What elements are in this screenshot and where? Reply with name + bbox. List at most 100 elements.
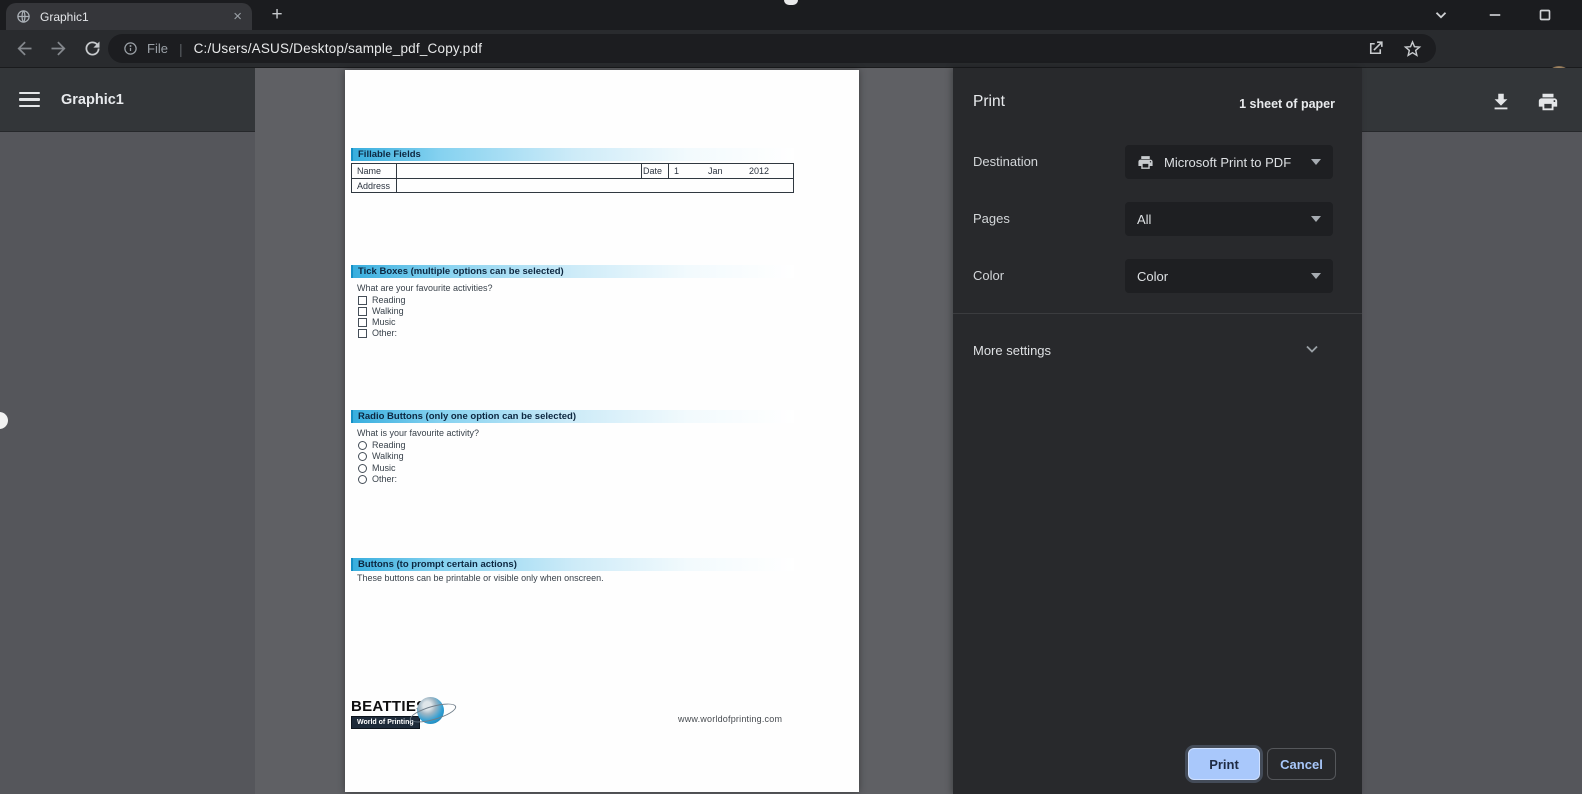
radio-icon[interactable] — [358, 463, 367, 473]
print-settings-panel: Print 1 sheet of paper Destination Micro… — [953, 68, 1362, 794]
pages-dropdown[interactable]: All — [1125, 202, 1333, 236]
info-icon[interactable] — [123, 41, 138, 56]
pdf-document-title: Graphic1 — [61, 91, 124, 108]
printer-icon — [1138, 155, 1153, 169]
radio-icon[interactable] — [358, 451, 367, 461]
color-value: Color — [1137, 268, 1169, 284]
radio-icon[interactable] — [358, 474, 367, 484]
pdf-viewer-background: Graphic1 Fillable Fields Name Date 1 Jan — [0, 68, 1582, 794]
color-dropdown[interactable]: Color — [1125, 259, 1333, 293]
radio-option: Walking — [358, 451, 404, 461]
print-preview-area: Fillable Fields Name Date 1 Jan 2012 Add… — [255, 68, 953, 794]
pages-value: All — [1137, 211, 1152, 227]
table-col-divider — [641, 164, 642, 178]
option-label: Walking — [372, 306, 404, 316]
section-header-fillable: Fillable Fields — [351, 148, 794, 161]
chevron-down-icon — [1311, 216, 1321, 222]
chevron-down-icon[interactable] — [1306, 345, 1318, 353]
checkbox-option: Music — [358, 317, 396, 327]
print-button[interactable]: Print — [1188, 748, 1260, 780]
section-title: Tick Boxes (multiple options can be sele… — [358, 266, 564, 277]
radio-option: Other: — [358, 474, 397, 484]
date-day-field[interactable]: 1 — [674, 166, 679, 176]
section-title: Fillable Fields — [358, 149, 421, 160]
website-url: www.worldofprinting.com — [678, 714, 783, 724]
sheet-count: 1 sheet of paper — [1239, 97, 1335, 111]
back-icon[interactable] — [14, 38, 35, 59]
section-header-tick-boxes: Tick Boxes (multiple options can be sele… — [351, 265, 794, 278]
tab-close-icon[interactable]: × — [233, 9, 242, 24]
chevron-down-icon — [1311, 159, 1321, 165]
radio-question: What is your favourite activity? — [357, 428, 480, 438]
tab-search-chevron-icon[interactable] — [1432, 6, 1450, 24]
panel-divider — [953, 313, 1362, 314]
date-label: Date — [643, 166, 663, 176]
download-icon[interactable] — [1490, 91, 1512, 113]
checkbox-icon[interactable] — [358, 306, 367, 316]
checkbox-icon[interactable] — [358, 317, 367, 327]
browser-window: Graphic1 × + File | C:/Users/ASUS/Deskto… — [0, 0, 1582, 794]
bookmark-star-icon[interactable] — [1403, 39, 1422, 58]
tab-strip: Graphic1 × + — [0, 0, 1582, 30]
tick-question: What are your favourite activities? — [357, 283, 493, 293]
more-settings-button[interactable]: More settings — [973, 343, 1051, 358]
section-title: Radio Buttons (only one option can be se… — [358, 411, 576, 422]
cancel-button[interactable]: Cancel — [1267, 748, 1336, 780]
table-col-divider — [668, 164, 669, 178]
browser-tab[interactable]: Graphic1 × — [6, 3, 252, 30]
option-label: Reading — [372, 440, 406, 450]
fillable-table: Name Date 1 Jan 2012 Address — [351, 163, 794, 193]
destination-value: Microsoft Print to PDF — [1164, 154, 1292, 170]
option-label: Music — [372, 317, 396, 327]
pdf-toolbar-right — [1362, 68, 1582, 132]
date-year-field[interactable]: 2012 — [749, 166, 769, 176]
destination-label: Destination — [973, 154, 1039, 169]
name-label: Name — [357, 166, 382, 176]
buttons-description: These buttons can be printable or visibl… — [357, 573, 604, 583]
checkbox-option: Walking — [358, 306, 404, 316]
color-label: Color — [973, 268, 1005, 283]
address-label: Address — [357, 181, 391, 191]
print-icon[interactable] — [1537, 91, 1559, 113]
print-dialog-title: Print — [973, 93, 1005, 110]
section-header-radio-buttons: Radio Buttons (only one option can be se… — [351, 410, 794, 423]
option-label: Reading — [372, 295, 406, 305]
section-title: Buttons (to prompt certain actions) — [358, 559, 517, 570]
new-tab-button[interactable]: + — [264, 2, 290, 28]
minimize-icon[interactable] — [1486, 6, 1504, 24]
checkbox-icon[interactable] — [358, 328, 367, 338]
stray-highlight-top — [784, 0, 798, 5]
table-row-divider — [352, 178, 793, 179]
table-col-divider — [396, 164, 397, 192]
pdf-toolbar-left: Graphic1 — [0, 68, 255, 132]
url-divider: | — [178, 40, 183, 57]
chevron-down-icon — [1311, 273, 1321, 279]
option-label: Other: — [372, 474, 398, 484]
date-month-field[interactable]: Jan — [708, 166, 723, 176]
pages-label: Pages — [973, 211, 1010, 226]
radio-option: Music — [358, 463, 396, 473]
section-header-buttons: Buttons (to prompt certain actions) — [351, 558, 794, 571]
forward-icon[interactable] — [48, 38, 69, 59]
maximize-icon[interactable] — [1536, 6, 1554, 24]
reload-icon[interactable] — [82, 38, 103, 59]
share-icon[interactable] — [1366, 39, 1385, 58]
option-label: Other: — [372, 328, 398, 338]
browser-toolbar: File | C:/Users/ASUS/Desktop/sample_pdf_… — [0, 30, 1582, 92]
checkbox-option: Other: — [358, 328, 397, 338]
url-text[interactable]: C:/Users/ASUS/Desktop/sample_pdf_Copy.pd… — [194, 41, 483, 56]
option-label: Music — [372, 463, 396, 473]
destination-dropdown[interactable]: Microsoft Print to PDF — [1125, 145, 1333, 179]
globe-favicon-icon — [17, 10, 30, 23]
address-bar[interactable]: File | C:/Users/ASUS/Desktop/sample_pdf_… — [108, 34, 1436, 63]
radio-option: Reading — [358, 440, 406, 450]
url-scheme-label: File — [147, 41, 168, 56]
menu-hamburger-icon[interactable] — [19, 92, 40, 107]
stray-highlight-left — [0, 412, 8, 429]
tab-title: Graphic1 — [40, 9, 89, 24]
checkbox-option: Reading — [358, 295, 406, 305]
pdf-page-preview: Fillable Fields Name Date 1 Jan 2012 Add… — [345, 70, 859, 792]
checkbox-icon[interactable] — [358, 295, 367, 305]
radio-icon[interactable] — [358, 440, 367, 450]
option-label: Walking — [372, 451, 404, 461]
